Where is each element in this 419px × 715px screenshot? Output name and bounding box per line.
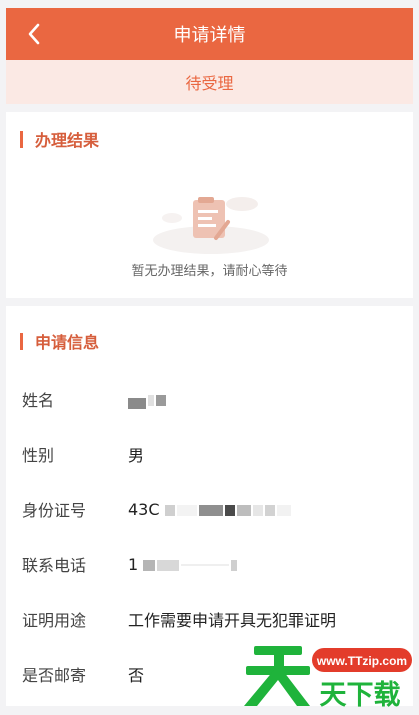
field-value: 否	[128, 666, 145, 685]
result-section-label: 办理结果	[35, 131, 100, 150]
info-row-phone: 联系电话 1	[22, 550, 402, 578]
empty-document-icon	[153, 197, 269, 254]
field-label: 是否邮寄	[22, 666, 87, 685]
field-value: 男	[128, 446, 145, 465]
chevron-left-icon	[28, 23, 40, 45]
field-label: 身份证号	[22, 501, 87, 520]
result-card: 办理结果 暂无办理结果，请耐心等待	[6, 112, 413, 298]
field-label: 联系电话	[22, 556, 87, 575]
info-row-name: 姓名	[22, 385, 402, 413]
field-value: 1	[128, 555, 239, 574]
watermark-logo: www.TTzip.com 天下载	[244, 646, 412, 711]
info-row-purpose: 证明用途 工作需要申请开具无犯罪证明	[22, 605, 402, 633]
result-section-title: 办理结果	[20, 127, 99, 151]
page-title: 申请详情	[173, 25, 246, 46]
back-button[interactable]	[22, 22, 46, 46]
info-section-label: 申请信息	[35, 333, 100, 352]
field-value-visible: 43C	[128, 499, 160, 519]
top-bar: 申请详情	[6, 8, 413, 60]
info-row-id-number: 身份证号 43C	[22, 495, 402, 523]
watermark-url: www.TTzip.com	[316, 654, 407, 668]
field-value: 43C	[128, 500, 293, 519]
section-marker	[20, 130, 23, 148]
field-value: 工作需要申请开具无犯罪证明	[128, 611, 337, 630]
info-section-title: 申请信息	[20, 329, 99, 353]
empty-result-text: 暂无办理结果，请耐心等待	[131, 264, 288, 279]
section-marker	[20, 332, 23, 350]
info-row-gender: 性别 男	[22, 440, 402, 468]
status-banner: 待受理	[6, 60, 413, 104]
field-label: 性别	[22, 446, 55, 465]
field-value-visible: 1	[128, 554, 139, 574]
watermark-text: 天下载	[320, 680, 401, 711]
field-value-redacted	[128, 390, 168, 409]
field-label: 证明用途	[22, 611, 87, 630]
field-label: 姓名	[22, 391, 55, 410]
